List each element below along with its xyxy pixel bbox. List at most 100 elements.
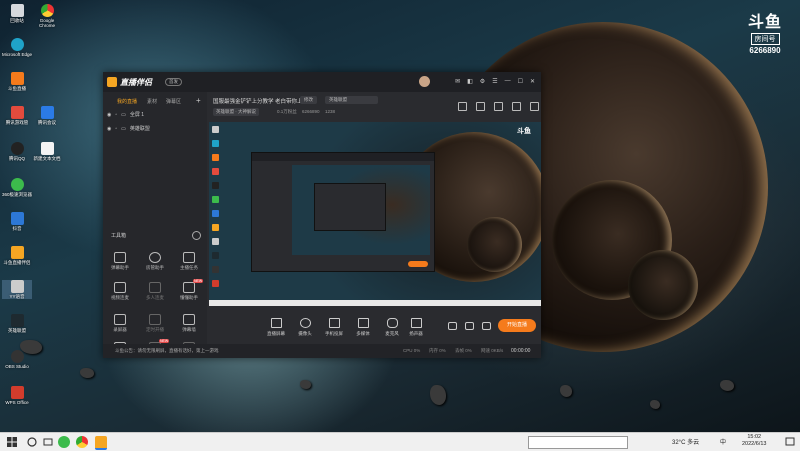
tool-danmu-assistant[interactable]: 弹幕助手 (105, 252, 135, 271)
tool-danmu-wall[interactable]: 弹幕墙 (174, 314, 204, 333)
new-badge: NEW (159, 339, 170, 343)
source-phone-button[interactable]: 手机投屏 (321, 318, 347, 337)
tencent-meeting-icon (40, 106, 54, 119)
input-language[interactable]: 中 (720, 437, 726, 446)
notification-icon[interactable] (785, 436, 795, 448)
microphone-button[interactable]: 麦克风 (379, 318, 405, 337)
preview-desktop-icon (212, 280, 219, 287)
tool-recorder[interactable]: 录屏器 (105, 314, 135, 333)
clock[interactable]: 15:02 2022/6/13 (742, 434, 766, 448)
tool-room-admin[interactable]: 房管助手 (140, 252, 170, 271)
multi-user-icon (149, 282, 161, 293)
desktop-icon-douyu-companion[interactable]: 斗鱼直播伴侣 (2, 246, 32, 265)
tool-anchor-task[interactable]: 主播任务 (174, 252, 204, 271)
avatar[interactable] (419, 76, 430, 87)
task-view-icon (43, 438, 53, 446)
desktop-icon-chrome[interactable]: Google Chrome (32, 4, 62, 28)
preview-desktop-icon (212, 168, 219, 175)
eye-icon[interactable]: ◉ (107, 126, 111, 132)
scene-item[interactable]: ◉ ▫ ▭ 英雄联盟 (107, 125, 150, 133)
desktop-icon-360-browser[interactable]: 360极速浏览器 (2, 178, 32, 197)
share-icon[interactable] (530, 102, 539, 111)
start-button[interactable] (6, 436, 18, 448)
toolbox-toggle-icon[interactable] (192, 231, 201, 240)
tool-schedule[interactable]: 定时开播 (140, 314, 170, 333)
live-preview[interactable]: 斗鱼 (209, 122, 541, 306)
preview-watermark: 斗鱼 (517, 128, 531, 135)
desktop-icon-tencent-games[interactable]: 腾讯游戏管 (2, 106, 32, 125)
taskbar-douyu-companion[interactable] (95, 436, 107, 450)
gear-icon[interactable] (482, 322, 491, 330)
desktop-icon-edge[interactable]: Microsoft Edge (2, 38, 32, 57)
source-camera-button[interactable]: 摄像头 (292, 318, 318, 337)
preview-desktop-icon (212, 126, 219, 133)
lock-icon[interactable] (476, 102, 485, 111)
source-screen-button[interactable]: 直播屏幕 (263, 318, 289, 337)
desktop-icon-recycle-bin[interactable]: 回收站 (2, 4, 32, 23)
add-scene-button[interactable]: + (196, 96, 201, 105)
asteroid (430, 385, 446, 405)
eye-icon[interactable] (465, 322, 474, 330)
tab-my-live[interactable]: 我的直播 (117, 98, 137, 105)
desktop-icon-douyu[interactable]: 斗鱼直播 (2, 72, 32, 91)
bell-icon[interactable] (512, 102, 521, 111)
stream-tag[interactable]: 英雄联盟 · 大神解说 (213, 108, 259, 116)
settings-icon[interactable]: ⚙ (480, 78, 485, 85)
douyu-room-watermark: 斗鱼 房间号 6266890 (740, 8, 790, 55)
preview-desktop-icon (212, 210, 219, 217)
taskbar-360-browser[interactable] (58, 436, 70, 448)
tool-multi-mic[interactable]: 多人连麦 (140, 282, 170, 301)
minimize-icon[interactable]: — (505, 78, 511, 85)
desktop-icon-tencent-meeting[interactable]: 腾讯会议 (32, 106, 62, 125)
desktop-icon-new-text-doc[interactable]: 新建文本文档 (32, 142, 62, 161)
game-icon: ▭ (121, 125, 126, 132)
record-camera-icon[interactable] (448, 322, 457, 330)
desktop-icon-wps[interactable]: WPS Office (2, 386, 32, 405)
message-icon[interactable]: ✉ (455, 78, 460, 85)
tool-video-mic[interactable]: 视频连麦 (105, 282, 135, 301)
taskbar-search-box[interactable] (528, 436, 628, 449)
category-selector[interactable]: 英雄联盟 (325, 96, 378, 104)
lock-icon[interactable]: ▫ (115, 112, 117, 118)
layout-icon[interactable] (458, 102, 467, 111)
monitor-icon: ▭ (121, 111, 126, 118)
start-live-button[interactable]: 开始直播 (498, 319, 536, 332)
preview-planet-small (467, 217, 522, 272)
desktop-icon-qq[interactable]: 腾讯QQ (2, 142, 32, 161)
version-badge[interactable]: 首发 (165, 78, 182, 86)
close-icon[interactable]: ✕ (530, 78, 535, 85)
lock-icon[interactable]: ▫ (115, 126, 117, 132)
preview-taskbar (209, 300, 541, 306)
menu-icon[interactable]: ☰ (492, 78, 497, 85)
speaker-button[interactable]: 扬声器 (403, 318, 429, 337)
camera-icon (299, 318, 311, 328)
frame-drop-stat: 丢帧 0% (455, 348, 472, 353)
record-icon (114, 314, 126, 325)
tab-danmu[interactable]: 弹幕区 (166, 98, 181, 105)
tab-materials[interactable]: 素材 (147, 98, 157, 105)
clock-time: 15:02 (747, 434, 762, 440)
weather-widget[interactable]: 32°C 多云 (672, 437, 699, 446)
asteroid (720, 380, 734, 391)
skin-icon[interactable]: ◧ (467, 78, 473, 85)
edit-title-button[interactable]: 修改 (300, 96, 317, 104)
eye-icon[interactable]: ◉ (107, 112, 111, 118)
title-bar[interactable]: 直播伴侣 首发 ✉ ◧ ⚙ ☰ — ☐ ✕ (103, 72, 541, 92)
window-controls: ✉ ◧ ⚙ ☰ — ☐ ✕ (455, 78, 535, 85)
task-icon (183, 252, 195, 263)
source-media-button[interactable]: 多媒体 (350, 318, 376, 337)
desktop-icon-douyin[interactable]: 抖音 (2, 212, 32, 231)
search-button[interactable] (26, 436, 38, 448)
desktop-icon-obs[interactable]: OBS Studio (2, 350, 32, 369)
maximize-icon[interactable]: ☐ (518, 78, 523, 85)
asteroid (650, 400, 660, 409)
desktop-icon-yy[interactable]: YY语音 (2, 280, 32, 299)
scene-item[interactable]: ◉ ▫ ▭ 全屏 1 (107, 111, 144, 119)
taskbar-chrome[interactable] (76, 436, 88, 448)
header-icons (458, 102, 539, 111)
desktop-icon-lol[interactable]: 英雄联盟 (2, 314, 32, 333)
clock-icon[interactable] (494, 102, 503, 111)
tool-dongdong[interactable]: NEW 懂懂助手 (174, 279, 204, 301)
planet-small (628, 250, 698, 320)
task-view-button[interactable] (42, 436, 54, 448)
